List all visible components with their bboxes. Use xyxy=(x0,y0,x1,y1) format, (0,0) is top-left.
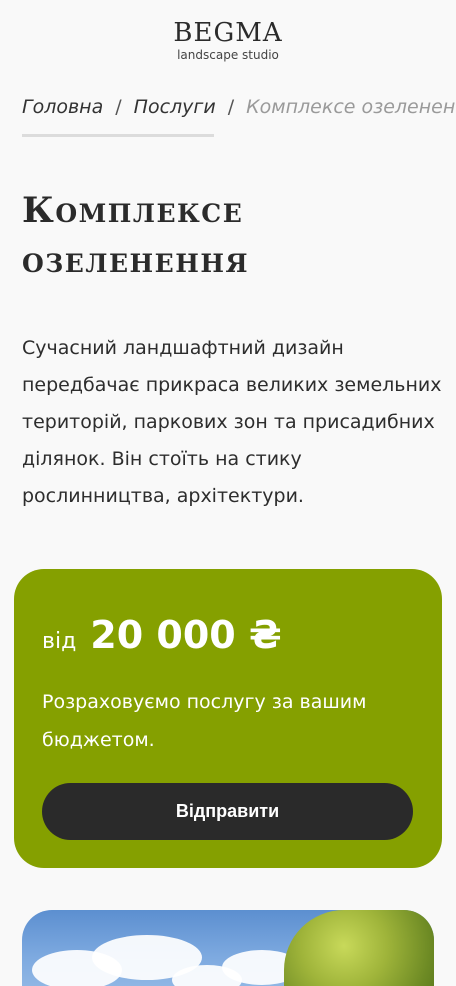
price-prefix: від xyxy=(42,629,77,654)
breadcrumb-underline xyxy=(22,134,214,137)
breadcrumb-current: Комплексе озеленен xyxy=(246,96,456,118)
landscape-photo xyxy=(22,910,434,986)
price-card: від 20 000 ₴ Розраховуємо послугу за ваши… xyxy=(14,569,442,868)
price-line: від 20 000 ₴ xyxy=(42,613,282,657)
breadcrumb-services-link[interactable]: Послуги xyxy=(134,96,216,118)
logo-title: BEGMA xyxy=(173,18,283,48)
breadcrumb-separator: / xyxy=(115,96,122,118)
page-title: Комплексе озеленення xyxy=(22,190,249,281)
send-button[interactable]: Відправити xyxy=(42,783,413,840)
breadcrumb-home-link[interactable]: Головна xyxy=(22,96,103,118)
breadcrumb: Головна / Послуги / Комплексе озеленен xyxy=(22,96,456,118)
intro-text: Сучасний ландшафтний дизайн передбачає п… xyxy=(22,337,442,507)
logo[interactable]: BEGMA landscape studio xyxy=(0,18,456,62)
price-value: 20 000 ₴ xyxy=(90,613,282,657)
price-description: Розраховуємо послугу за вашим бюджетом. xyxy=(42,691,367,751)
breadcrumb-separator: / xyxy=(227,96,235,118)
foliage-shape xyxy=(284,910,434,986)
logo-subtitle: landscape studio xyxy=(177,48,279,62)
